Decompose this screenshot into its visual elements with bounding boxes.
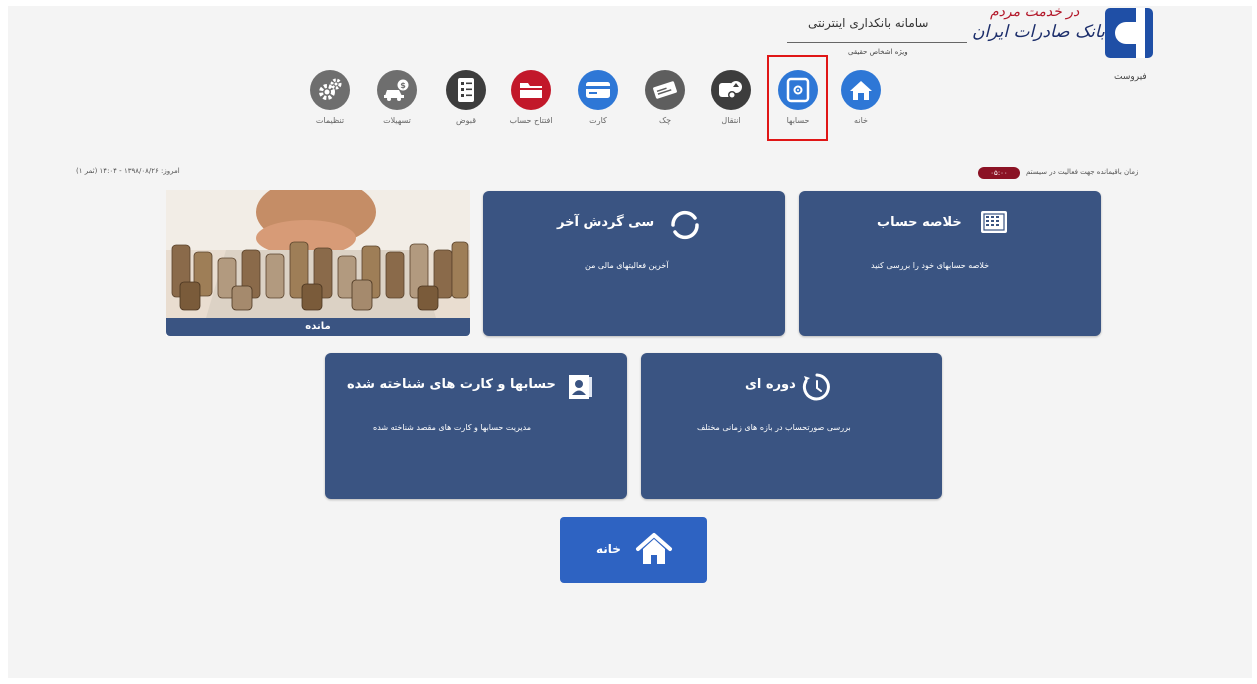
- nav-label: حسابها: [786, 116, 810, 125]
- card-description: آخرین فعالیتهای مالی من: [585, 261, 669, 270]
- safe-icon: [778, 70, 818, 110]
- nav-item-settings[interactable]: تنظیمات: [305, 70, 355, 125]
- card-description: خلاصه حسابهای خود را بررسی کنید: [871, 261, 990, 270]
- nav-item-open-account[interactable]: افتتاح حساب: [506, 70, 556, 125]
- nav-label: قبوض: [455, 116, 477, 125]
- nav-label: تسهیلات: [383, 116, 411, 125]
- car-loan-icon: $: [377, 70, 417, 110]
- account-summary-card[interactable]: خلاصه حساب خلاصه حسابهای خود را بررسی کن…: [799, 191, 1101, 336]
- nav-item-bills[interactable]: قبوض: [441, 70, 491, 125]
- refresh-icon: [667, 208, 703, 246]
- session-time-badge: ۰۵:۰۰: [978, 167, 1020, 179]
- balance-card[interactable]: مانده: [166, 190, 470, 336]
- calculator-icon: [981, 211, 1007, 233]
- nav-item-loans[interactable]: $ تسهیلات: [372, 70, 422, 125]
- bill-icon: [446, 70, 486, 110]
- system-title: سامانه بانکداری اینترنتی: [808, 16, 929, 30]
- nav-item-check[interactable]: چک: [640, 70, 690, 125]
- nav-label: تنظیمات: [315, 116, 345, 125]
- home-button[interactable]: خانه: [560, 517, 707, 583]
- known-accounts-card[interactable]: حسابها و کارت های شناخته شده مدیریت حساب…: [325, 353, 627, 499]
- coins-photo: [166, 190, 470, 318]
- nav-item-accounts[interactable]: حسابها: [773, 70, 823, 125]
- card-title: خلاصه حساب: [877, 215, 962, 230]
- home-button-label: خانه: [596, 542, 621, 556]
- divider: [787, 42, 967, 43]
- current-datetime: امروز: ۱۳۹۸/۰۸/۲۶ - ۱۴:۰۴ (ثمر ۱): [76, 167, 180, 175]
- session-time-label: زمان باقیمانده جهت فعالیت در سیستم: [1026, 168, 1139, 176]
- last-thirty-transactions-card[interactable]: سی گردش آخر آخرین فعالیتهای مالی من: [483, 191, 785, 336]
- clock-icon: [801, 371, 833, 407]
- nav-item-card[interactable]: کارت: [573, 70, 623, 125]
- nav-label: انتقال: [721, 116, 741, 125]
- balance-caption: مانده: [166, 318, 470, 336]
- folder-icon: [511, 70, 551, 110]
- brand-name: بانک صادرات ایران: [972, 22, 1105, 42]
- card-description: بررسی صورتحساب در بازه های زمانی مختلف: [697, 423, 851, 432]
- nav-label: خانه: [854, 116, 868, 125]
- brand-slogan: در خدمت مردم: [990, 4, 1080, 20]
- svg-text:$: $: [400, 81, 406, 90]
- nav-item-home[interactable]: خانه: [836, 70, 886, 125]
- contact-book-icon: [566, 373, 594, 405]
- system-subtitle: ویژه اشخاص حقیقی: [848, 48, 908, 56]
- nav-label: چک: [658, 116, 672, 125]
- user-name[interactable]: فیروست: [1114, 72, 1147, 82]
- home-icon: [634, 529, 674, 573]
- periodic-statement-card[interactable]: دوره ای بررسی صورتحساب در بازه های زمانی…: [641, 353, 942, 499]
- card-title: دوره ای: [745, 377, 796, 392]
- nav-item-transfer[interactable]: انتقال: [706, 70, 756, 125]
- card-description: مدیریت حسابها و کارت های مقصد شناخته شده: [373, 423, 532, 432]
- gear-icon: [310, 70, 350, 110]
- bank-logo: [1105, 8, 1153, 58]
- card-title: حسابها و کارت های شناخته شده: [347, 377, 556, 392]
- nav-label: کارت: [589, 116, 607, 125]
- transfer-icon: [711, 70, 751, 110]
- nav-label: افتتاح حساب: [509, 116, 553, 125]
- home-icon: [841, 70, 881, 110]
- check-icon: [645, 70, 685, 110]
- card-icon: [578, 70, 618, 110]
- card-title: سی گردش آخر: [557, 215, 655, 230]
